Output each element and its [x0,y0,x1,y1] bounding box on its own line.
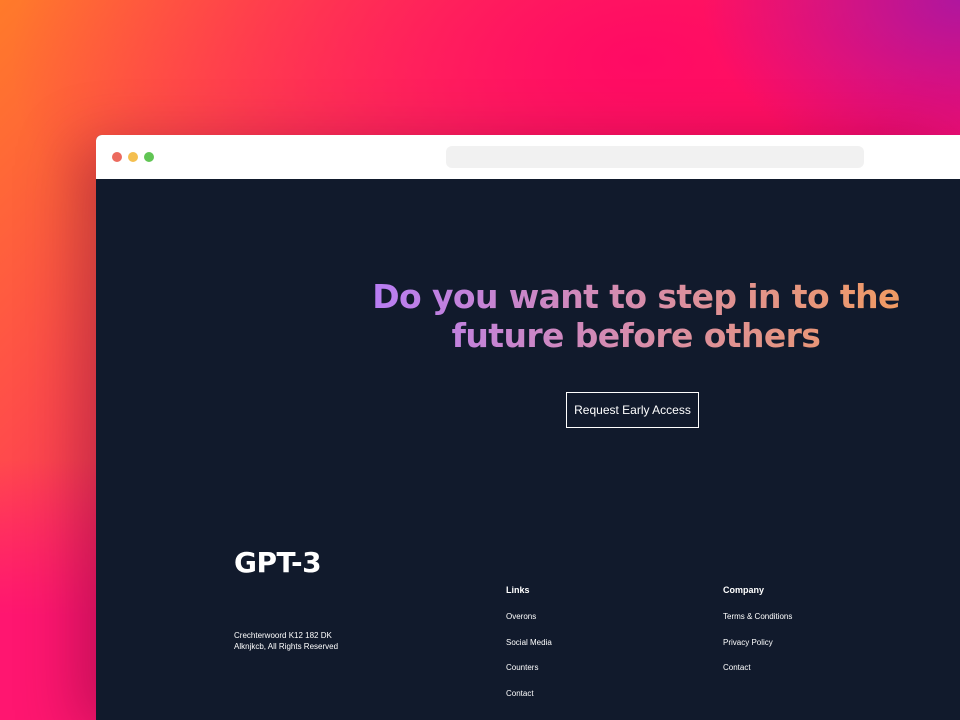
footer-company-title: Company [723,585,765,595]
footer-links-title: Links [506,585,530,595]
footer-link-terms[interactable]: Terms & Conditions [723,612,792,638]
request-early-access-button[interactable]: Request Early Access [566,392,699,428]
window-controls [112,152,154,162]
footer-link-company-contact[interactable]: Contact [723,663,792,689]
footer-copyright: Alknjkcb, All Rights Reserved [234,642,339,651]
footer-link-counters[interactable]: Counters [506,663,552,689]
footer-link-social-media[interactable]: Social Media [506,638,552,664]
footer-address-line: Crechterwoord K12 182 DK [234,631,332,640]
footer-link-contact[interactable]: Contact [506,689,552,715]
footer-company-column: Company Terms & Conditions Privacy Polic… [723,585,792,689]
footer-links-column: Links Overons Social Media Counters Cont… [506,585,552,714]
page-content: Do you want to step in to the future bef… [96,179,960,720]
browser-titlebar [96,135,960,179]
close-window-button[interactable] [112,152,122,162]
address-bar[interactable] [446,146,864,168]
footer-link-overons[interactable]: Overons [506,612,552,638]
browser-window: Do you want to step in to the future bef… [96,135,960,720]
hero-heading: Do you want to step in to the future bef… [358,277,914,355]
maximize-window-button[interactable] [144,152,154,162]
footer-link-privacy[interactable]: Privacy Policy [723,638,792,664]
footer-logo: GPT-3 [234,546,322,579]
footer-address: Crechterwoord K12 182 DK Alknjkcb, All R… [234,630,338,652]
minimize-window-button[interactable] [128,152,138,162]
